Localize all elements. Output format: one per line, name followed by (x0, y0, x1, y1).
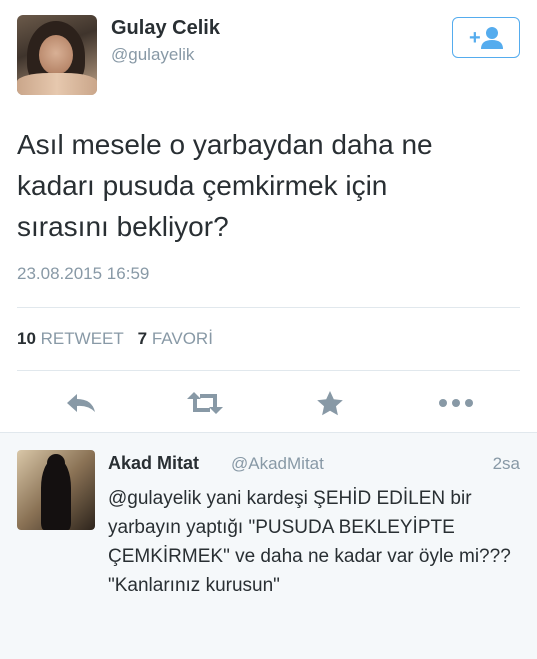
favorite-count[interactable]: 7 (138, 329, 147, 348)
reply-tweet[interactable]: Akad Mitat @AkadMitat 2sa @gulayelik yan… (0, 432, 537, 659)
follow-button[interactable]: + (452, 17, 520, 58)
main-tweet: Gulay Celik @gulayelik + Asıl mesele o y… (0, 0, 537, 432)
tweet-text: Asıl mesele o yarbaydan daha ne kadarı p… (17, 129, 433, 242)
reply-time[interactable]: 2sa (493, 454, 520, 474)
svg-text:+: + (469, 27, 481, 49)
divider (17, 307, 520, 308)
reply-icon (67, 394, 95, 412)
reply-author-name[interactable]: Akad Mitat (108, 453, 199, 474)
retweet-count[interactable]: 10 (17, 329, 36, 348)
tweet-timestamp[interactable]: 23.08.2015 16:59 (17, 264, 149, 284)
more-button[interactable] (436, 385, 476, 421)
add-user-icon: + (469, 26, 503, 49)
divider (17, 370, 520, 371)
author-name[interactable]: Gulay Celik (111, 17, 220, 40)
more-icon (439, 399, 473, 407)
star-icon (317, 391, 343, 416)
avatar-head (47, 454, 65, 472)
reply-avatar[interactable] (17, 450, 95, 530)
retweet-icon (187, 392, 223, 414)
avatar-face (39, 35, 73, 75)
author-handle[interactable]: @gulayelik (111, 45, 194, 65)
favorite-label[interactable]: FAVORİ (152, 329, 213, 348)
tweet-stats: 10 RETWEET 7 FAVORİ (17, 329, 213, 349)
retweet-label[interactable]: RETWEET (41, 329, 124, 348)
reply-text: @gulayelik yani kardeşi ŞEHİD EDİLEN bir… (108, 488, 511, 596)
reply-button[interactable] (61, 385, 101, 421)
avatar-shoulder (17, 73, 97, 95)
retweet-button[interactable] (185, 385, 225, 421)
reply-author-handle[interactable]: @AkadMitat (231, 454, 324, 474)
avatar[interactable] (17, 15, 97, 95)
favorite-button[interactable] (310, 385, 350, 421)
